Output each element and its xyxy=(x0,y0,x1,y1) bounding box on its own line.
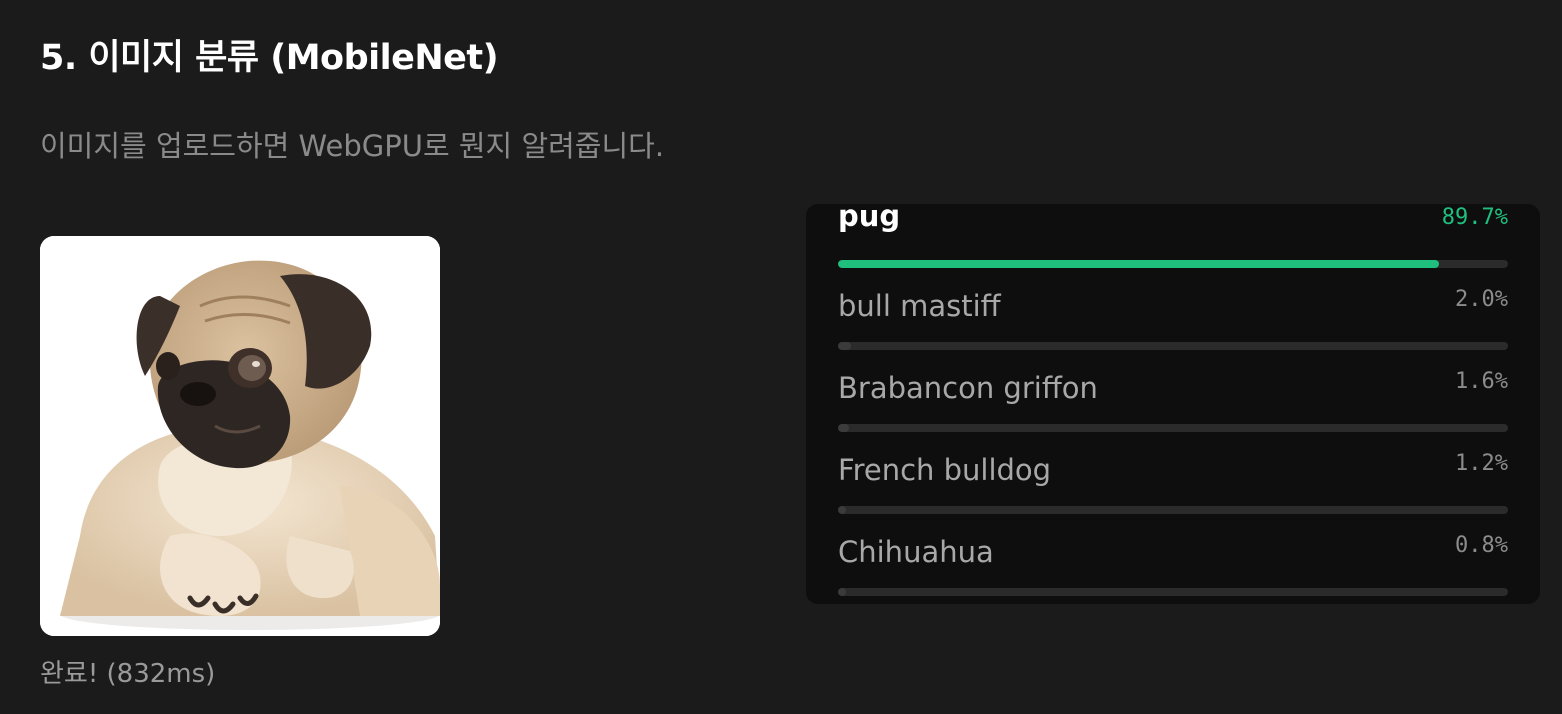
inference-status: 완료! (832ms) xyxy=(40,659,216,689)
prediction-row: French bulldog 1.2% xyxy=(838,450,1508,530)
section-title: 5. 이미지 분류 (MobileNet) xyxy=(40,38,499,78)
confidence-bar-fill xyxy=(838,588,847,596)
confidence-bar-track xyxy=(838,260,1508,268)
prediction-results-panel: pug 89.7% bull mastiff 2.0% Brabancon gr… xyxy=(806,204,1540,604)
prediction-percent: 2.0% xyxy=(1455,287,1508,312)
prediction-row: Brabancon griffon 1.6% xyxy=(838,368,1508,448)
confidence-bar-track xyxy=(838,424,1508,432)
prediction-row: Chihuahua 0.8% xyxy=(838,532,1508,604)
uploaded-image-preview[interactable] xyxy=(40,236,440,636)
prediction-percent: 0.8% xyxy=(1455,533,1508,558)
prediction-label: pug xyxy=(838,204,901,233)
section-description: 이미지를 업로드하면 WebGPU로 뭔지 알려줍니다. xyxy=(40,129,665,163)
confidence-bar-fill xyxy=(838,342,852,350)
prediction-percent: 89.7% xyxy=(1441,205,1508,230)
prediction-percent: 1.6% xyxy=(1455,369,1508,394)
prediction-label: bull mastiff xyxy=(838,289,1001,323)
prediction-percent: 1.2% xyxy=(1455,451,1508,476)
prediction-row: bull mastiff 2.0% xyxy=(838,286,1508,366)
confidence-bar-fill xyxy=(838,506,847,514)
confidence-bar-track xyxy=(838,506,1508,514)
prediction-label: Brabancon griffon xyxy=(838,371,1098,405)
prediction-row: pug 89.7% xyxy=(838,204,1508,284)
pug-photo xyxy=(40,236,440,636)
confidence-bar-fill xyxy=(838,260,1439,268)
prediction-label: Chihuahua xyxy=(838,535,994,569)
confidence-bar-fill xyxy=(838,424,849,432)
prediction-label: French bulldog xyxy=(838,453,1052,487)
confidence-bar-track xyxy=(838,588,1508,596)
confidence-bar-track xyxy=(838,342,1508,350)
image-classification-section: 5. 이미지 분류 (MobileNet) 이미지를 업로드하면 WebGPU로… xyxy=(0,0,1562,714)
